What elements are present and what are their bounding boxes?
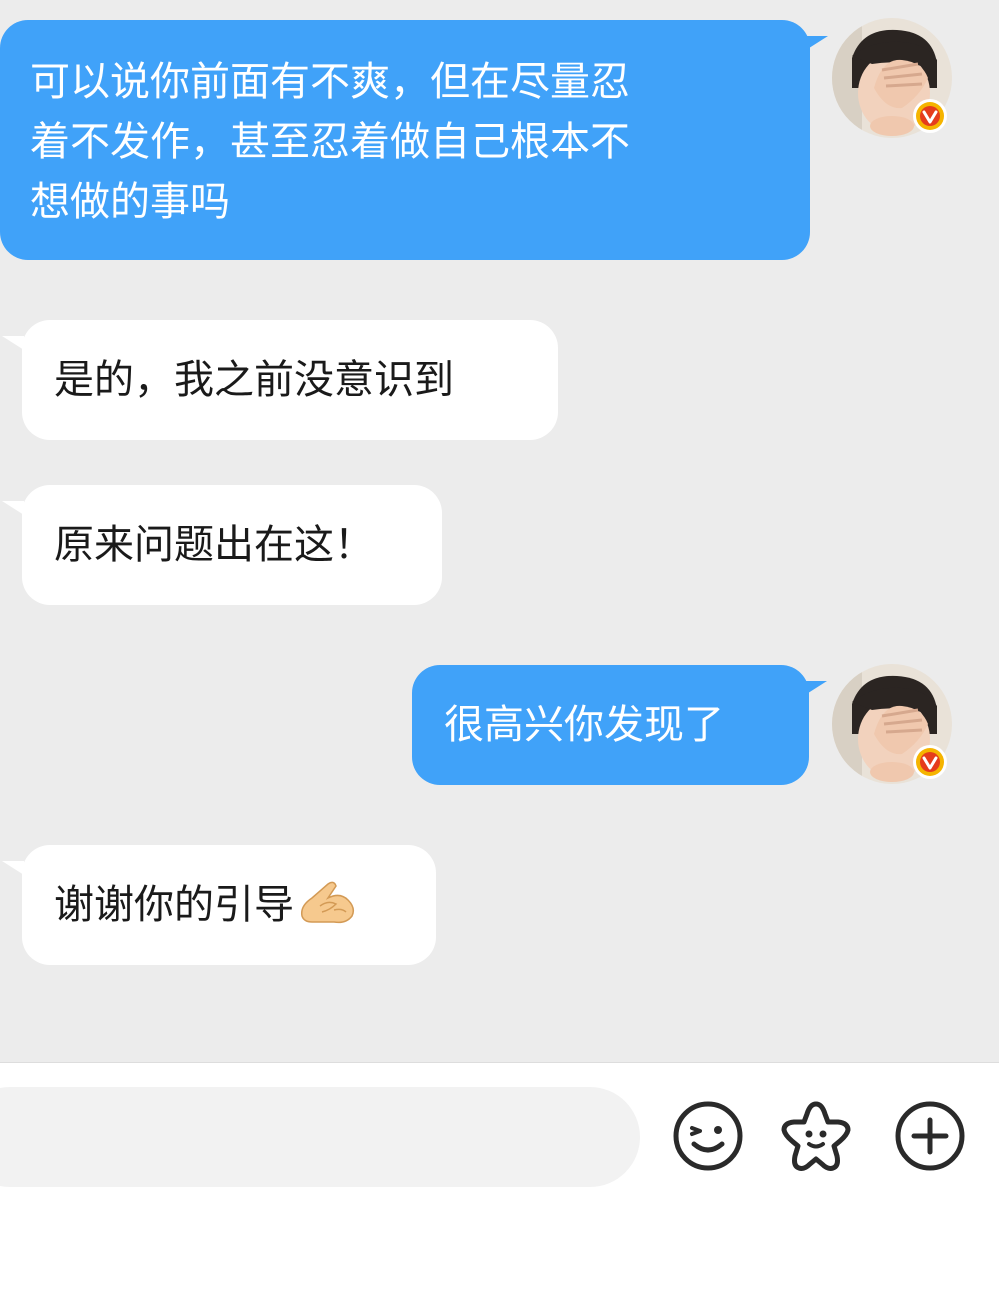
bubble-tail [805,681,827,695]
user-avatar[interactable] [832,664,952,784]
message-bubble-outgoing[interactable]: 很高兴你发现了 [412,665,809,785]
add-icon[interactable] [892,1098,968,1174]
message-bubble-incoming[interactable]: 谢谢你的引导 [22,845,436,965]
message-text: 谢谢你的引导 [54,882,294,928]
pinch-hand-emoji [300,881,355,924]
message-text: 很高兴你发现了 [444,702,724,748]
message-line: 着不发作，甚至忍着做自己根本不 [30,119,630,165]
user-avatar[interactable] [832,18,952,138]
message-bubble-incoming[interactable]: 是的，我之前没意识到 [22,320,558,440]
message-bubble-incoming[interactable]: 原来问题出在这！ [22,485,442,605]
message-text: 是的，我之前没意识到 [54,357,454,403]
emoji-icon[interactable] [670,1098,746,1174]
sticker-icon[interactable] [778,1098,854,1174]
bubble-tail [2,336,24,350]
bubble-tail [806,36,828,50]
message-text: 原来问题出在这！ [54,522,374,568]
message-bubble-outgoing[interactable]: 可以说你前面有不爽，但在尽量忍 着不发作，甚至忍着做自己根本不 想做的事吗 [0,20,810,260]
message-line: 想做的事吗 [30,179,230,225]
chat-area: 可以说你前面有不爽，但在尽量忍 着不发作，甚至忍着做自己根本不 想做的事吗 是的… [0,0,999,1062]
message-input[interactable] [0,1087,640,1187]
message-line: 可以说你前面有不爽，但在尽量忍 [30,59,630,105]
bubble-tail [2,501,24,515]
bubble-tail [2,861,24,875]
